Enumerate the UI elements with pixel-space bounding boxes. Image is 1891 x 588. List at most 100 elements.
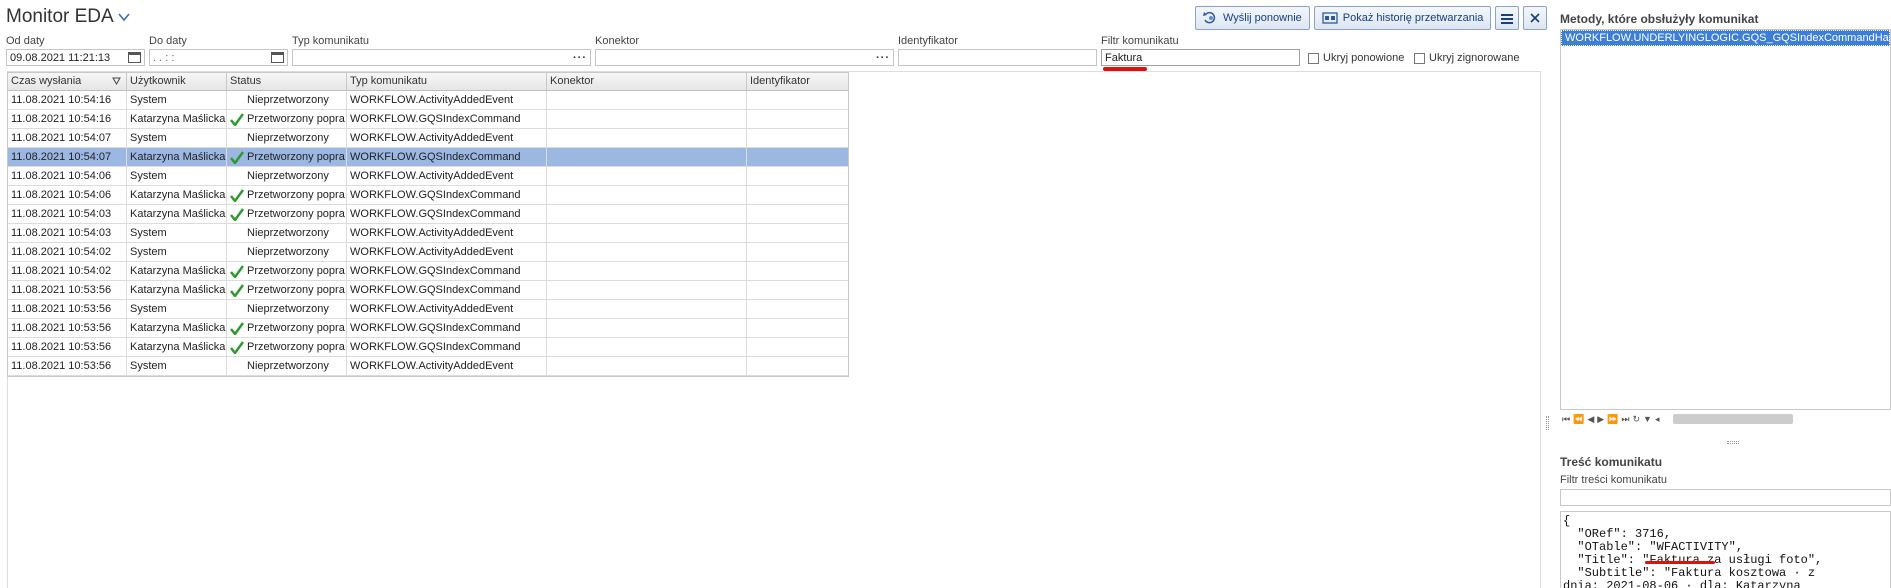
checkbox-box[interactable] — [1414, 52, 1425, 64]
table-cell-user: Katarzyna Maślicka — [127, 186, 227, 204]
table-row[interactable]: 11.08.2021 10:53:56 Katarzyna Maślicka Prz… — [8, 281, 848, 300]
cell-text: WORKFLOW.GQSIndexCommand — [350, 322, 521, 334]
table-row[interactable]: 11.08.2021 10:54:02 Katarzyna Maślicka Prz… — [8, 262, 848, 281]
resend-button[interactable]: Wyślij ponownie — [1195, 6, 1310, 30]
column-header-user[interactable]: Użytkownik — [127, 73, 227, 90]
table-row[interactable]: 11.08.2021 10:54:16 Katarzyna Maślicka Prz… — [8, 110, 848, 129]
cell-text: Katarzyna Maślicka — [130, 151, 226, 163]
message-content[interactable]: { "ORef": 3716, "OTable": "WFACTIVITY", … — [1560, 511, 1891, 588]
vertical-splitter[interactable] — [1546, 416, 1549, 430]
table-row[interactable]: 11.08.2021 10:54:03 System Nieprzetworzony… — [8, 224, 848, 243]
message-type-field[interactable]: ··· — [292, 49, 591, 66]
show-history-button[interactable]: Pokaż historię przetwarzania — [1313, 6, 1492, 30]
checkmark-icon — [230, 151, 244, 164]
table-cell-connector — [547, 129, 747, 147]
table-cell-connector — [547, 262, 747, 280]
cell-text: System — [130, 360, 167, 372]
table-cell-user: System — [127, 224, 227, 242]
table-row[interactable]: 11.08.2021 10:54:06 System Nieprzetworzony… — [8, 167, 848, 186]
connector-field[interactable]: ··· — [595, 49, 894, 66]
table-row[interactable]: 11.08.2021 10:54:07 Katarzyna Maślicka Prz… — [8, 148, 848, 167]
checkmark-icon — [230, 265, 244, 278]
toolbar: Wyślij ponownie Pokaż historię przetwarz… — [1195, 6, 1548, 30]
messages-grid: Czas wysłania Użytkownik Status Typ komu… — [7, 72, 849, 377]
scroll-left-icon[interactable]: ◂ — [1655, 414, 1660, 425]
checkmark-icon — [230, 208, 244, 221]
table-cell-status: Przetworzony popra — [227, 110, 347, 128]
column-header-type[interactable]: Typ komunikatu — [347, 73, 547, 90]
window-title[interactable]: Monitor EDA — [6, 6, 130, 28]
cell-text: System — [130, 227, 167, 239]
history-icon — [1322, 12, 1338, 24]
table-row[interactable]: 11.08.2021 10:53:56 System Nieprzetworzony… — [8, 357, 848, 376]
table-cell-type: WORKFLOW.GQSIndexCommand — [347, 148, 547, 166]
horizontal-splitter[interactable] — [1727, 441, 1739, 444]
table-row[interactable]: 11.08.2021 10:54:06 Katarzyna Maślicka Prz… — [8, 186, 848, 205]
table-cell-time: 11.08.2021 10:54:03 — [8, 205, 127, 223]
table-cell-user: System — [127, 300, 227, 318]
table-cell-status: Przetworzony popra — [227, 262, 347, 280]
horizontal-scrollbar[interactable] — [1672, 414, 1793, 424]
identifier-label: Identyfikator — [898, 35, 958, 47]
cell-text: 11.08.2021 10:53:56 — [11, 303, 112, 315]
sort-desc-icon[interactable] — [112, 77, 121, 85]
table-row[interactable]: 11.08.2021 10:53:56 Katarzyna Maślicka Prz… — [8, 338, 848, 357]
content-filter-field[interactable] — [1560, 489, 1891, 506]
cell-text: WORKFLOW.GQSIndexCommand — [350, 284, 521, 296]
cell-text: WORKFLOW.GQSIndexCommand — [350, 265, 521, 277]
table-row[interactable]: 11.08.2021 10:54:03 Katarzyna Maślicka Prz… — [8, 205, 848, 224]
cell-text: Przetworzony popra — [247, 284, 345, 296]
ellipsis-button[interactable]: ··· — [573, 52, 587, 64]
methods-list: WORKFLOW.UNDERLYINGLOGIC.GQS_GQSIndexCom… — [1560, 29, 1891, 410]
first-page-icon[interactable]: ⏮ — [1562, 414, 1570, 425]
table-row[interactable]: 11.08.2021 10:54:02 System Nieprzetworzony… — [8, 243, 848, 262]
prev-page-icon[interactable]: ⏪ — [1573, 414, 1584, 425]
column-header-time[interactable]: Czas wysłania — [8, 73, 127, 90]
table-cell-time: 11.08.2021 10:54:06 — [8, 186, 127, 204]
table-cell-user: Katarzyna Maślicka — [127, 338, 227, 356]
last-page-icon[interactable]: ⏭ — [1621, 414, 1629, 425]
column-header-identifier[interactable]: Identyfikator — [747, 73, 848, 90]
cell-text: Nieprzetworzony — [247, 170, 329, 182]
cell-text: System — [130, 132, 167, 144]
hide-ignored-checkbox[interactable]: Ukryj zignorowane — [1414, 52, 1519, 64]
cell-text: WORKFLOW.GQSIndexCommand — [350, 208, 521, 220]
list-item[interactable]: WORKFLOW.UNDERLYINGLOGIC.GQS_GQSIndexCom… — [1561, 30, 1890, 46]
prev-icon[interactable]: ◀ — [1587, 414, 1594, 425]
cell-text: WORKFLOW.ActivityAddedEvent — [350, 246, 514, 258]
table-row[interactable]: 11.08.2021 10:53:56 System Nieprzetworzony… — [8, 300, 848, 319]
calendar-icon[interactable] — [271, 52, 284, 63]
cell-text: WORKFLOW.GQSIndexCommand — [350, 189, 521, 201]
cell-text: Przetworzony popra — [247, 341, 345, 353]
table-cell-type: WORKFLOW.ActivityAddedEvent — [347, 243, 547, 261]
to-date-field[interactable]: . . : : — [149, 49, 288, 66]
cell-text: Przetworzony popra — [247, 322, 345, 334]
cell-text: 11.08.2021 10:54:03 — [11, 208, 112, 220]
refresh-icon[interactable]: ↻ — [1633, 414, 1641, 425]
checkbox-box[interactable] — [1308, 52, 1319, 64]
from-date-label: Od daty — [6, 35, 45, 47]
grid-header: Czas wysłania Użytkownik Status Typ komu… — [8, 73, 848, 91]
identifier-field[interactable] — [898, 49, 1097, 66]
from-date-field[interactable]: 09.08.2021 11:21:13 — [6, 49, 145, 66]
table-row[interactable]: 11.08.2021 10:54:16 System Nieprzetworzony… — [8, 91, 848, 110]
column-header-status[interactable]: Status — [227, 73, 347, 90]
menu-button[interactable] — [1495, 6, 1520, 30]
filter-icon[interactable]: ▼ — [1643, 414, 1652, 424]
ellipsis-button[interactable]: ··· — [876, 52, 890, 64]
message-filter-field[interactable]: Faktura — [1101, 49, 1300, 66]
table-row[interactable]: 11.08.2021 10:53:56 Katarzyna Maślicka Prz… — [8, 319, 848, 338]
close-button[interactable] — [1523, 6, 1548, 30]
table-cell-connector — [547, 224, 747, 242]
chevron-down-icon[interactable] — [118, 12, 130, 22]
table-row[interactable]: 11.08.2021 10:54:07 System Nieprzetworzony… — [8, 129, 848, 148]
next-page-icon[interactable]: ⏩ — [1607, 414, 1618, 425]
hide-resent-checkbox[interactable]: Ukryj ponowione — [1308, 52, 1404, 64]
calendar-icon[interactable] — [128, 52, 141, 63]
table-cell-identifier — [747, 129, 848, 147]
next-icon[interactable]: ▶ — [1597, 414, 1604, 425]
table-cell-time: 11.08.2021 10:54:07 — [8, 148, 127, 166]
methods-title: Metody, które obsłużyły komunikat — [1560, 12, 1759, 26]
table-cell-status: Nieprzetworzony — [227, 243, 347, 261]
column-header-connector[interactable]: Konektor — [547, 73, 747, 90]
